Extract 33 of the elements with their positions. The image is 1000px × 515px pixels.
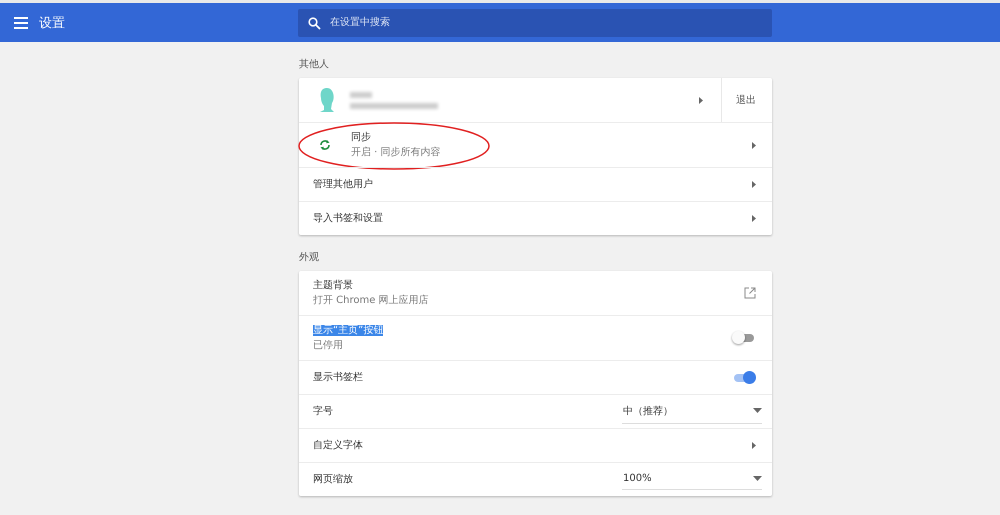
setting-label: 管理其他用户 <box>313 179 373 190</box>
page-title: 设置 <box>39 14 66 32</box>
dropdown[interactable]: 100% <box>622 469 762 490</box>
setting-label: 显示书签栏 <box>313 372 363 383</box>
arrow-icon[interactable] <box>752 215 756 222</box>
setting-label: 字号 <box>313 406 333 417</box>
toggle-switch[interactable] <box>734 334 754 342</box>
caret-icon <box>753 408 762 413</box>
setting-label: 主题背景 <box>313 280 353 291</box>
setting-label: 导入书签和设置 <box>313 213 383 224</box>
setting-label: 显示“主页”按钮 <box>313 325 384 336</box>
sync-icon <box>319 139 331 151</box>
setting-description: 开启 · 同步所有内容 <box>351 146 442 160</box>
section-title: 外观 <box>299 251 319 265</box>
setting-label: 自定义字体 <box>313 440 363 451</box>
setting-description: 已停用 <box>313 339 344 353</box>
caret-icon <box>753 476 762 481</box>
search-field[interactable]: 在设置中搜索 <box>298 8 772 36</box>
arrow-icon[interactable] <box>752 142 756 148</box>
dropdown[interactable]: 中（推荐） <box>622 400 762 424</box>
blurred-name <box>350 92 372 98</box>
avatar-icon <box>318 87 336 113</box>
setting-label: 网页缩放 <box>313 474 353 485</box>
setting-label: 同步 <box>351 132 371 143</box>
setting-description: 打开 Chrome 网上应用店 <box>313 294 430 308</box>
arrow-icon[interactable] <box>752 442 756 449</box>
toggle-switch[interactable] <box>734 374 754 382</box>
menu-icon[interactable] <box>14 16 28 28</box>
section-title: 其他人 <box>299 58 329 72</box>
sign-out-button[interactable]: 退出 <box>722 93 756 107</box>
external-link-icon[interactable] <box>744 287 756 299</box>
arrow-icon[interactable] <box>752 181 756 188</box>
arrow-icon[interactable] <box>699 96 703 104</box>
